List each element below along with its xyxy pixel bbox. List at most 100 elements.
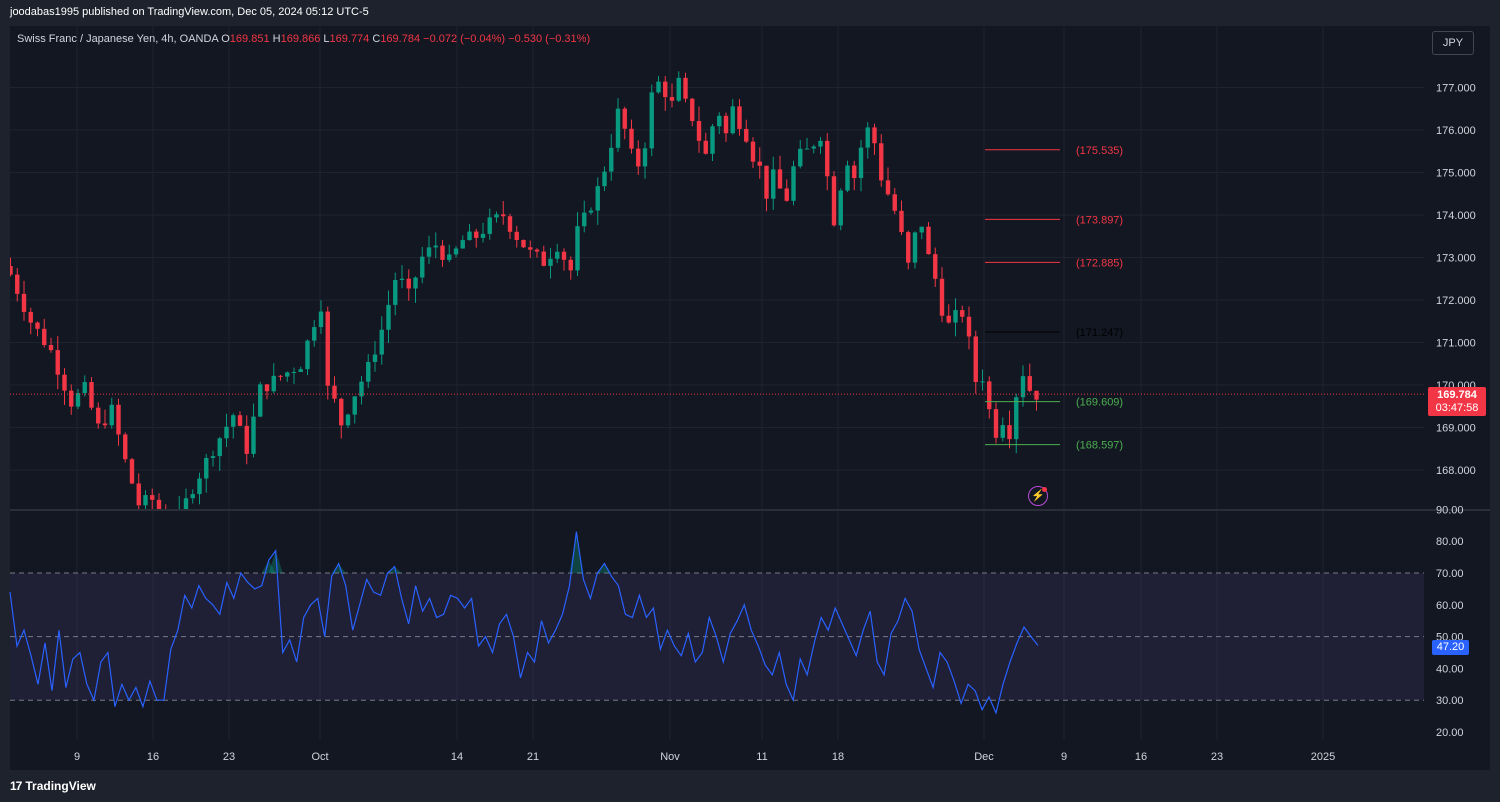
candle-body [399,278,405,281]
last-price: 169.784 [1437,389,1477,401]
candle-body [89,382,94,408]
price-axis-label: 169.000 [1436,423,1476,435]
candle-body [501,214,506,217]
candle-body [615,108,621,148]
candle-body [62,374,67,391]
candle-body [555,251,560,259]
candle-body [271,375,276,392]
candle-body [1027,376,1032,391]
candle-body [548,258,553,266]
level-label: (168.597) [1076,440,1123,452]
candle-body [723,115,729,134]
candle-body [804,148,810,150]
time-axis-label: 16 [147,751,159,763]
candle-body [939,278,945,316]
price-axis-label: 171.000 [1436,338,1476,350]
candle-body [838,190,843,226]
candle-body [487,217,492,234]
candle-body [48,345,54,351]
candle-body [312,327,317,341]
candle-body [366,361,371,382]
candle-body [183,498,189,509]
candle-body [710,126,715,154]
candle-body [10,266,13,275]
candle-body [109,404,114,426]
level-label: (175.535) [1076,145,1123,157]
candle-body [164,515,168,533]
candle-body [514,231,519,240]
time-axis-label: 11 [756,751,767,763]
candle-body [285,372,290,377]
candle-body [69,390,74,407]
candle-body [197,478,202,495]
candle-body [123,434,128,460]
candle-body [1014,397,1019,440]
currency-button[interactable]: JPY [1432,31,1474,55]
candle-body [987,381,992,410]
candle-body [352,396,357,415]
candle-body [150,495,155,500]
candle-body [818,140,823,147]
tradingview-logo-icon: 17 [10,779,22,793]
candle-body [926,226,931,255]
level-label: (172.885) [1076,257,1123,269]
candle-body [386,304,391,330]
candle-body [258,384,263,417]
candle-body [453,248,459,255]
last-price-badge: 169.784 03:47:58 [1428,387,1486,416]
candle-body [460,240,465,249]
candle-body [980,381,985,383]
candle-body [602,171,607,187]
candle-body [791,166,796,201]
candle-body [622,108,627,129]
candle-body [21,293,27,312]
candle-body [35,322,40,329]
price-axis-label: 175.000 [1436,168,1476,180]
candle-body [730,106,735,134]
price-axis-label: 174.000 [1436,210,1476,222]
time-axis-label: 23 [1211,751,1223,763]
candle-body [75,393,81,407]
candle-body [872,127,877,144]
candle-body [28,311,33,323]
candle-body [406,278,411,289]
candle-body [447,254,452,260]
level-label: (171.247) [1076,327,1123,339]
candle-body [744,128,749,142]
candle-body [480,233,486,238]
bar-countdown: 03:47:58 [1435,402,1479,414]
candle-body [237,415,243,426]
candle-body [582,212,587,227]
symbol-name: Swiss Franc / Japanese Yen, 4h, OANDA [17,33,219,45]
candle-body [474,231,479,238]
candle-body [831,176,837,226]
candle-body [379,329,384,355]
high-value: 169.866 [280,33,321,45]
candle-body [318,311,324,328]
candle-body [852,165,857,179]
candle-body [629,128,634,149]
candle-body [906,232,911,263]
candle-body [521,239,526,248]
candle-body [143,495,148,506]
price-axis-label: 168.000 [1436,465,1476,477]
candle-body [933,254,938,279]
rsi-value-badge: 47.20 [1432,640,1469,655]
chart-canvas[interactable]: (175.535) (173.897) (172.885) (171.247) (169… [0,0,1500,802]
close-value: 169.784 [380,33,421,45]
high-label: H [272,33,281,45]
candle-body [912,232,918,263]
candle-body [393,280,398,305]
tradingview-logo[interactable]: 17 TradingView [10,779,96,793]
candle-body [973,336,978,383]
candle-body [953,310,958,323]
low-value: 169.774 [329,33,370,45]
candle-body [696,121,702,141]
candle-body [129,459,135,484]
candle-body [609,147,614,172]
rsi-axis-label: 40.00 [1436,663,1464,675]
candle-body [82,382,87,394]
time-axis-label: Nov [660,751,680,763]
candle-body [528,247,533,250]
candle-body [1034,390,1039,400]
